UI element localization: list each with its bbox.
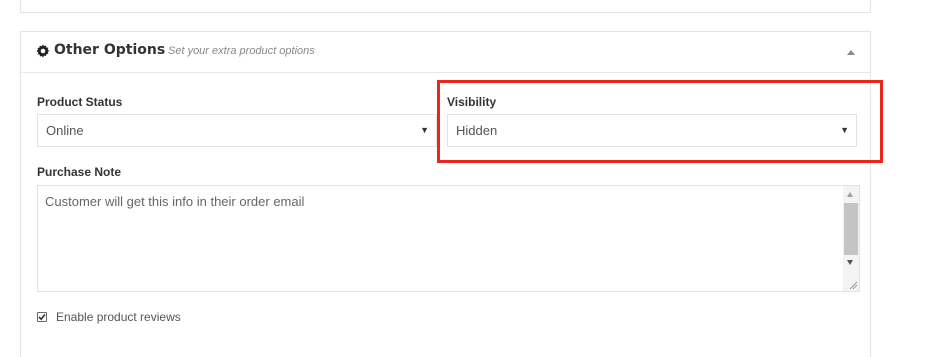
scroll-up-icon[interactable] (847, 192, 853, 197)
resize-grip-icon[interactable] (848, 280, 858, 290)
panel-header[interactable]: Other Options Set your extra product opt… (21, 32, 870, 73)
enable-reviews-label: Enable product reviews (56, 310, 181, 324)
product-status-label: Product Status (37, 95, 123, 109)
previous-panel (20, 0, 871, 13)
purchase-note-text: Customer will get this info in their ord… (45, 194, 305, 209)
caret-up-icon[interactable] (847, 50, 855, 55)
scroll-thumb[interactable] (844, 203, 858, 255)
enable-reviews-checkbox[interactable] (37, 312, 47, 322)
gear-icon (36, 44, 50, 58)
purchase-note-label: Purchase Note (37, 165, 122, 179)
panel-title: Other Options (54, 42, 166, 58)
product-status-select[interactable]: Online ▼ (37, 114, 437, 147)
visibility-highlight (437, 80, 883, 163)
checkmark-icon (38, 313, 46, 321)
product-status-value: Online (46, 123, 84, 138)
panel-subtitle: Set your extra product options (168, 45, 315, 57)
textarea-scrollbar[interactable] (843, 186, 859, 291)
chevron-down-icon: ▼ (420, 125, 429, 135)
scroll-down-icon[interactable] (847, 260, 853, 265)
purchase-note-textarea[interactable]: Customer will get this info in their ord… (37, 185, 860, 292)
